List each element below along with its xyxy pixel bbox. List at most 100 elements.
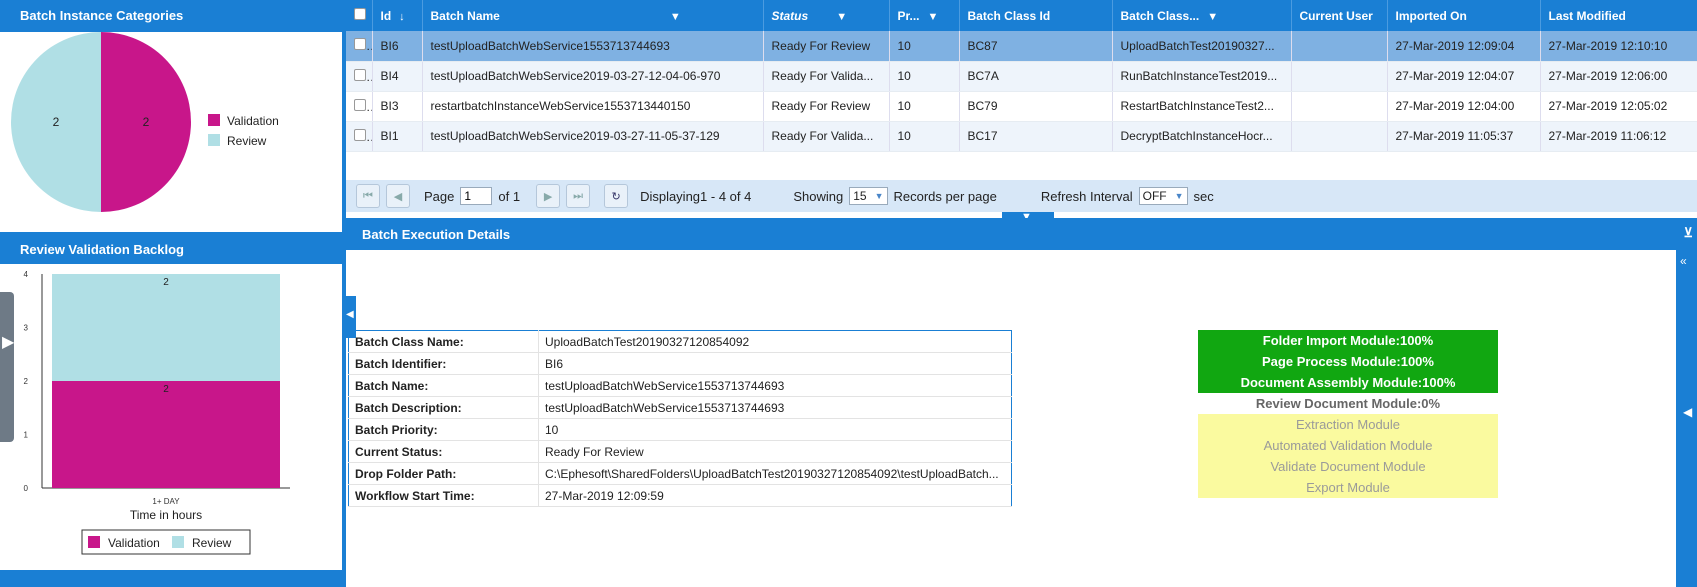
row-checkbox[interactable] bbox=[346, 121, 373, 152]
table-cell: restartbatchInstanceWebService1553713440… bbox=[422, 91, 764, 122]
batch-grid: Id ↓ Batch Name ▼ Status ▼ Pr... ▼ Batch Cla… bbox=[346, 0, 1697, 152]
checkbox-icon[interactable] bbox=[354, 128, 366, 141]
refresh-interval-select[interactable]: OFF ▼ bbox=[1138, 187, 1188, 205]
legend-label: Review bbox=[227, 134, 267, 148]
y-tick-label: 2 bbox=[24, 377, 29, 386]
backlog-bar-chart: 01234221+ DAYTime in hoursNo of batchesV… bbox=[3, 270, 290, 555]
table-row[interactable]: BI4 testUploadBatchWebService2019-03-27-1… bbox=[346, 61, 1697, 92]
records-label: Records per page bbox=[893, 188, 997, 204]
details-body: ◀ Batch Class Name: UploadBatchTest201903… bbox=[346, 250, 1676, 587]
refresh-icon[interactable]: ↻ bbox=[604, 184, 629, 208]
chevron-down-icon: ▼ bbox=[874, 191, 884, 201]
grid-header-row: Id ↓ Batch Name ▼ Status ▼ Pr... ▼ Batch Cla… bbox=[346, 0, 1697, 31]
row-checkbox[interactable] bbox=[346, 91, 373, 122]
table-cell: DecryptBatchInstanceHocr... bbox=[1112, 121, 1292, 152]
info-row: Batch Class Name: UploadBatchTest20190327… bbox=[348, 330, 1012, 353]
expand-right-icon[interactable]: « bbox=[1680, 254, 1687, 268]
y-tick-label: 0 bbox=[24, 484, 29, 493]
last-page-icon[interactable]: ⏭ bbox=[566, 184, 591, 208]
sec-label: sec bbox=[1193, 188, 1214, 204]
module-item: Page Process Module:100% bbox=[1198, 351, 1498, 372]
row-checkbox[interactable] bbox=[346, 61, 373, 92]
table-row[interactable]: BI6 testUploadBatchWebService155371374469… bbox=[346, 31, 1697, 62]
showing-label: Showing bbox=[793, 188, 844, 204]
bar-segment bbox=[52, 274, 280, 381]
categories-panel-title: Batch Instance Categories bbox=[0, 0, 342, 30]
expand-side-tab[interactable]: ▶ bbox=[0, 292, 14, 442]
right-collapse-rail[interactable]: « ◀ bbox=[1676, 250, 1697, 587]
legend-label: Validation bbox=[227, 114, 279, 128]
page-input[interactable] bbox=[460, 187, 493, 205]
filter-icon[interactable]: ▼ bbox=[1207, 11, 1218, 23]
info-key: Batch Class Name: bbox=[348, 330, 539, 353]
table-cell: testUploadBatchWebService2019-03-27-11-0… bbox=[422, 121, 764, 152]
page-label: Page bbox=[424, 188, 455, 204]
col-header-status[interactable]: Status ▼ bbox=[763, 0, 890, 31]
col-header-imported-on[interactable]: Imported On bbox=[1387, 0, 1541, 31]
sort-desc-icon[interactable]: ↓ bbox=[399, 11, 405, 23]
checkbox-icon[interactable] bbox=[354, 38, 366, 51]
displaying-text: Displaying1 - 4 of 4 bbox=[640, 188, 752, 204]
filter-icon[interactable]: ▼ bbox=[928, 11, 939, 23]
collapse-right-icon[interactable]: ◀ bbox=[1683, 405, 1692, 419]
table-cell: BC17 bbox=[959, 121, 1113, 152]
legend-swatch bbox=[208, 114, 220, 126]
table-cell: 10 bbox=[889, 121, 960, 152]
table-cell: BC79 bbox=[959, 91, 1113, 122]
filter-icon[interactable]: ▼ bbox=[670, 11, 681, 23]
info-key: Current Status: bbox=[348, 440, 539, 463]
table-cell: 27-Mar-2019 12:04:07 bbox=[1387, 61, 1541, 92]
legend-label: Review bbox=[192, 536, 232, 550]
prev-page-icon[interactable]: ◀ bbox=[386, 184, 410, 208]
first-page-icon[interactable]: ⏮ bbox=[356, 184, 380, 208]
col-header-last-modified[interactable]: Last Modified bbox=[1540, 0, 1697, 31]
info-key: Batch Description: bbox=[348, 396, 539, 419]
table-cell: BI6 bbox=[372, 31, 423, 62]
legend-swatch bbox=[172, 536, 184, 548]
legend-swatch bbox=[88, 536, 100, 548]
table-cell bbox=[1291, 31, 1388, 62]
x-axis-label: Time in hours bbox=[130, 508, 202, 522]
col-header-batch-class-id[interactable]: Batch Class Id bbox=[959, 0, 1113, 31]
col-header-batch-name[interactable]: Batch Name ▼ bbox=[422, 0, 764, 31]
table-row[interactable]: BI3 restartbatchInstanceWebService1553713… bbox=[346, 91, 1697, 122]
bar-data-label: 2 bbox=[163, 277, 169, 288]
info-value: C:\Ephesoft\SharedFolders\UploadBatchTes… bbox=[538, 462, 1012, 485]
pie-slice-label: 2 bbox=[143, 115, 150, 129]
info-value: UploadBatchTest20190327120854092 bbox=[538, 330, 1012, 353]
table-cell: Ready For Review bbox=[763, 31, 890, 62]
next-page-icon[interactable]: ▶ bbox=[536, 184, 561, 208]
info-key: Workflow Start Time: bbox=[348, 484, 539, 507]
table-row[interactable]: BI1 testUploadBatchWebService2019-03-27-1… bbox=[346, 121, 1697, 152]
table-cell bbox=[1291, 121, 1388, 152]
table-cell: testUploadBatchWebService2019-03-27-12-0… bbox=[422, 61, 764, 92]
checkbox-icon[interactable] bbox=[354, 8, 366, 20]
info-row: Current Status: Ready For Review bbox=[348, 440, 1012, 463]
col-header-batch-class[interactable]: Batch Class... ▼ bbox=[1112, 0, 1292, 31]
y-tick-label: 4 bbox=[24, 270, 29, 279]
info-row: Batch Description: testUploadBatchWebServ… bbox=[348, 396, 1012, 419]
legend-label: Validation bbox=[108, 536, 160, 550]
table-cell: 27-Mar-2019 12:04:00 bbox=[1387, 91, 1541, 122]
table-cell: 27-Mar-2019 11:05:37 bbox=[1387, 121, 1541, 152]
checkbox-icon[interactable] bbox=[354, 98, 366, 111]
info-key: Batch Name: bbox=[348, 374, 539, 397]
table-cell: 27-Mar-2019 11:06:12 bbox=[1540, 121, 1697, 152]
table-cell bbox=[1291, 61, 1388, 92]
row-checkbox[interactable] bbox=[346, 31, 373, 62]
filter-icon[interactable]: ▼ bbox=[836, 11, 847, 23]
table-cell: 27-Mar-2019 12:09:04 bbox=[1387, 31, 1541, 62]
info-value: testUploadBatchWebService1553713744693 bbox=[538, 396, 1012, 419]
left-panels: Batch Instance Categories 2 2 Validation Re… bbox=[0, 0, 342, 587]
module-item: Automated Validation Module bbox=[1198, 435, 1498, 456]
select-all-checkbox[interactable] bbox=[346, 0, 373, 31]
collapse-details-icon[interactable]: ⊻ bbox=[1683, 225, 1693, 241]
checkbox-icon[interactable] bbox=[354, 68, 366, 81]
table-cell: BI4 bbox=[372, 61, 423, 92]
module-item: Folder Import Module:100% bbox=[1198, 330, 1498, 351]
col-header-current-user[interactable]: Current User bbox=[1291, 0, 1388, 31]
chevron-down-icon: ▼ bbox=[1174, 191, 1184, 201]
col-header-id[interactable]: Id ↓ bbox=[372, 0, 423, 31]
per-page-select[interactable]: 15 ▼ bbox=[849, 187, 888, 205]
col-header-priority[interactable]: Pr... ▼ bbox=[889, 0, 960, 31]
